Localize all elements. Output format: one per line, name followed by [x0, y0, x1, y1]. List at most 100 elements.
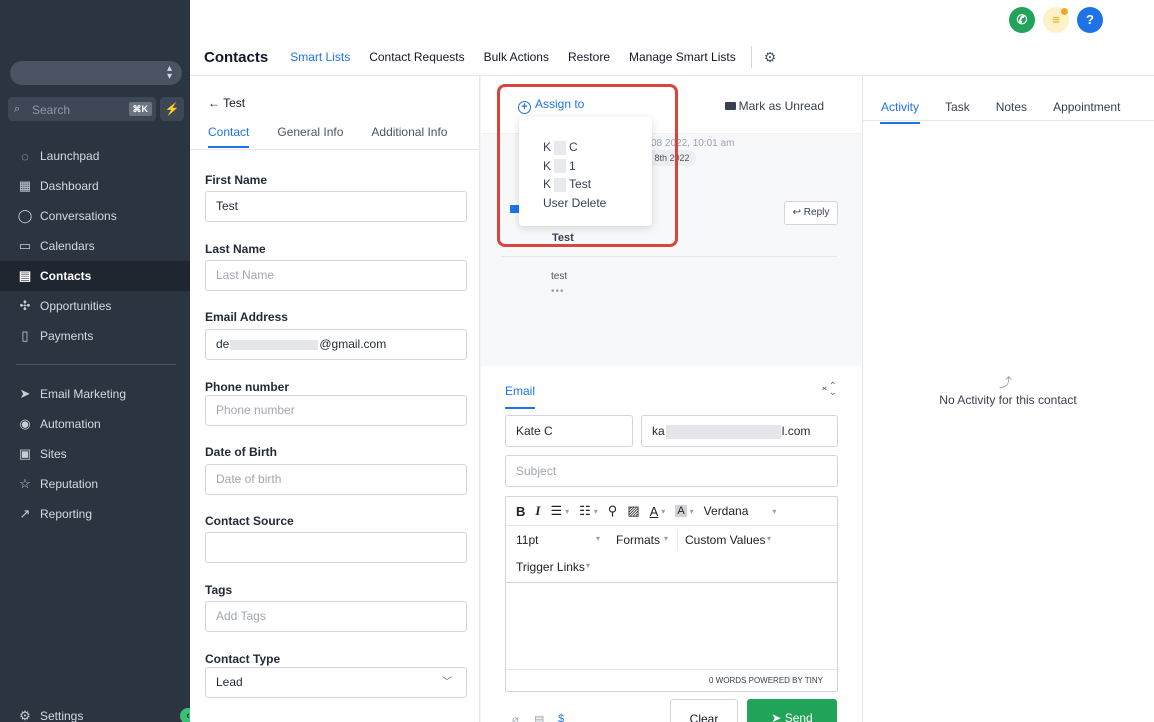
italic-icon[interactable]: I [535, 503, 540, 519]
arrow-left-icon: ← [208, 96, 220, 110]
activity-tabs: Activity Task Notes Appointment [879, 100, 1120, 124]
message-date: 08 2022, 10:01 am [651, 138, 735, 149]
nav-settings[interactable]: ⚙ Settings [0, 701, 190, 722]
font-size-select[interactable]: 11pt [516, 533, 538, 547]
nav-contacts[interactable]: ▤ Contacts [0, 261, 190, 291]
nav-sites[interactable]: ▣ Sites [0, 439, 190, 469]
nav-label: Sites [40, 447, 67, 461]
shortcut-badge: ⌘K [128, 102, 152, 116]
chevron-down-icon: ﹀ [442, 677, 452, 688]
custom-values-menu[interactable]: Custom Values [685, 533, 765, 547]
tags-field[interactable]: Add Tags [205, 601, 467, 632]
font-family-select[interactable]: Verdana [704, 504, 749, 518]
reply-icon: ↩ [792, 207, 802, 218]
bullet-list-icon[interactable]: ☰ [550, 503, 562, 519]
text-color-icon[interactable]: A [650, 504, 659, 519]
numbered-list-icon[interactable]: ☷ [579, 503, 591, 519]
tab-restore[interactable]: Restore [568, 50, 610, 64]
assign-to-button[interactable]: + Assign to [518, 97, 584, 114]
chevron-down-icon[interactable]: ▾ [596, 534, 600, 543]
contact-type-select[interactable]: Lead ﹀ [205, 667, 467, 698]
from-email-field[interactable]: ka l.com [641, 415, 838, 447]
send-button[interactable]: ➤ Send [747, 699, 837, 722]
editor-toolbar-row2: 11pt ▾ Formats ▾ Custom Values ▾ [506, 525, 837, 553]
payment-icon[interactable]: $ [558, 713, 564, 722]
tab-contact[interactable]: Contact [208, 125, 250, 148]
gear-icon[interactable]: ⚙ [764, 49, 777, 66]
nav-payments[interactable]: ▯ Payments [0, 321, 190, 351]
tab-email[interactable]: Email [505, 384, 536, 409]
highlight-color-icon[interactable]: A [675, 505, 687, 517]
last-name-field[interactable]: Last Name [205, 260, 467, 291]
tab-smart-lists[interactable]: Smart Lists [290, 50, 351, 84]
reply-button[interactable]: ↩ Reply [784, 201, 838, 225]
back-link[interactable]: ← Test [208, 96, 245, 110]
from-name-field[interactable]: Kate C [505, 415, 633, 447]
more-icon[interactable]: ••• [551, 286, 565, 297]
phone-field[interactable]: Phone number [205, 395, 467, 426]
activity-panel: Activity Task Notes Appointment ⤴ No Act… [862, 76, 1154, 722]
email-suffix: @gmail.com [319, 337, 387, 351]
tab-task[interactable]: Task [945, 100, 970, 114]
editor-toolbar-row3: Trigger Links ▾ [506, 553, 837, 583]
nav-dashboard[interactable]: ▦ Dashboard [0, 171, 190, 201]
dob-field[interactable]: Date of birth [205, 464, 467, 495]
chevron-down-icon[interactable]: ▾ [664, 534, 668, 543]
nav-email-marketing[interactable]: ➤ Email Marketing [0, 379, 190, 409]
top-icons: ✆ ≡ ? [1009, 7, 1103, 33]
chevron-down-icon[interactable]: ▾ [594, 507, 598, 516]
assign-menu-item[interactable]: K1 [519, 157, 652, 176]
image-icon[interactable]: ▨ [627, 503, 639, 519]
help-button[interactable]: ? [1077, 7, 1103, 33]
tab-additional-info[interactable]: Additional Info [371, 125, 447, 139]
nav-label: Contacts [40, 269, 92, 283]
nav-reputation[interactable]: ☆ Reputation [0, 469, 190, 499]
formats-menu[interactable]: Formats [616, 533, 660, 547]
tab-appointment[interactable]: Appointment [1053, 100, 1120, 114]
chevron-down-icon[interactable]: ▾ [586, 561, 590, 570]
tab-notes[interactable]: Notes [996, 100, 1027, 114]
chevron-down-icon[interactable]: ▾ [690, 507, 694, 516]
chevron-down-icon[interactable]: ▾ [767, 534, 771, 543]
chevron-down-icon[interactable]: ▾ [772, 507, 776, 516]
tab-manage-smart-lists[interactable]: Manage Smart Lists [629, 50, 736, 64]
attachment-icon[interactable]: ⌀ [512, 713, 519, 722]
nav-launchpad[interactable]: ◌ Launchpad [0, 141, 190, 171]
clear-button[interactable]: Clear [670, 699, 738, 722]
assign-menu-item[interactable]: User Delete [519, 194, 652, 213]
search-box[interactable]: ⌕ Search ⌘K [8, 97, 156, 121]
source-field[interactable] [205, 532, 467, 563]
tab-contact-requests[interactable]: Contact Requests [369, 50, 464, 64]
assign-menu-item[interactable]: KC [519, 138, 652, 157]
chevron-down-icon[interactable]: ▾ [661, 507, 665, 516]
link-icon[interactable]: ⚲ [608, 503, 618, 519]
mark-unread-button[interactable]: Mark as Unread [724, 99, 824, 113]
nav-calendars[interactable]: ▭ Calendars [0, 231, 190, 261]
bold-icon[interactable]: B [516, 504, 525, 519]
reply-label: Reply [803, 207, 830, 218]
subject-field[interactable]: Subject [505, 455, 838, 487]
notifications-button[interactable]: ≡ [1043, 7, 1069, 33]
tab-activity[interactable]: Activity [879, 100, 921, 124]
page-title: Contacts [204, 48, 269, 66]
editor-body[interactable] [506, 583, 837, 669]
quick-actions-button[interactable]: ⚡ [160, 97, 184, 121]
calendar-icon: ▭ [18, 238, 32, 253]
nav-reporting[interactable]: ↗ Reporting [0, 499, 190, 529]
user-name: Test [569, 177, 592, 191]
nav-opportunities[interactable]: ✣ Opportunities [0, 291, 190, 321]
nav-conversations[interactable]: ◯ Conversations [0, 201, 190, 231]
tab-bulk-actions[interactable]: Bulk Actions [484, 50, 549, 64]
trigger-links-menu[interactable]: Trigger Links [516, 560, 585, 574]
document-icon[interactable]: ▤ [534, 713, 544, 722]
email-field[interactable]: de @gmail.com [205, 329, 467, 360]
nav-automation[interactable]: ◉ Automation [0, 409, 190, 439]
location-switcher[interactable]: ▴ ▾ [10, 61, 182, 85]
first-name-field[interactable]: Test [205, 191, 467, 222]
chevron-down-icon[interactable]: ▾ [565, 507, 569, 516]
collapse-icon[interactable]: ⌄⌃ ⌃⌄ [820, 382, 837, 398]
assign-menu-item[interactable]: K Test [519, 175, 652, 194]
contacts-icon: ▤ [18, 268, 32, 283]
phone-button[interactable]: ✆ [1009, 7, 1035, 33]
tab-general-info[interactable]: General Info [277, 125, 343, 139]
